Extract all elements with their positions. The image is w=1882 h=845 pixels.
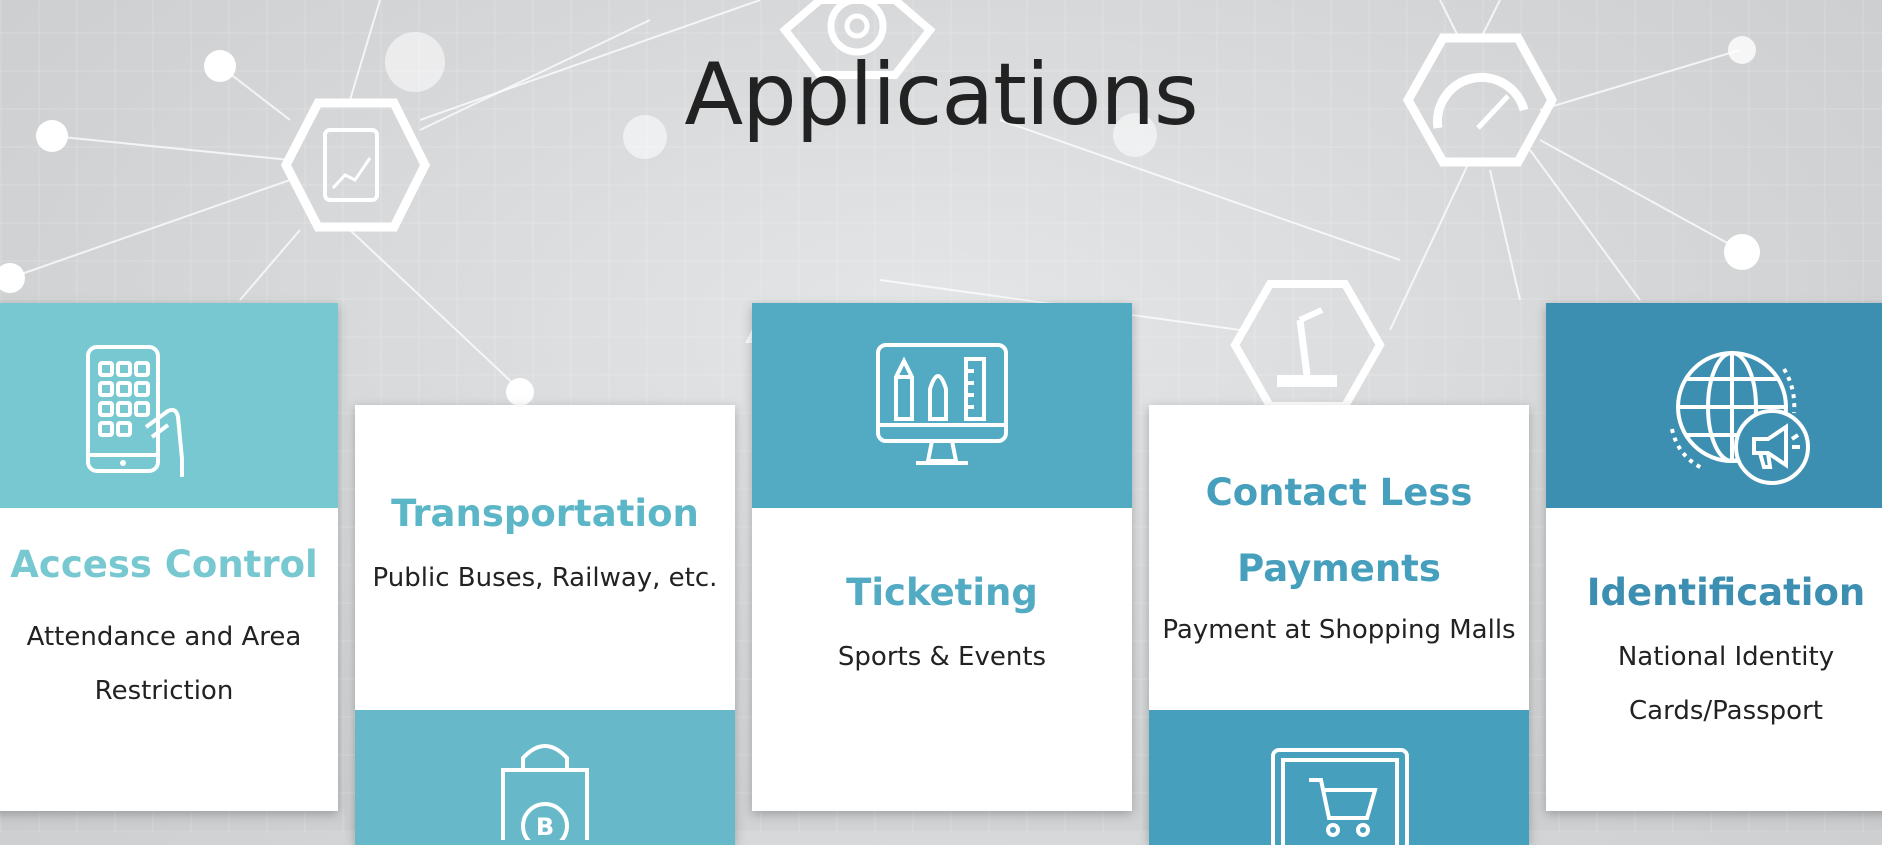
card-icon-band [0, 303, 338, 508]
card-contactless-payments: Contact Less Payments Payment at Shoppin… [1149, 405, 1529, 845]
card-icon-band [752, 303, 1132, 508]
page-title: Applications [684, 45, 1198, 145]
card-icon-band [1149, 710, 1529, 845]
card-icon-band: B [355, 710, 735, 845]
card-description: Attendance and Area Restriction [26, 622, 302, 706]
shopping-bag-bitcoin-icon: B [501, 744, 589, 840]
card-title: Contact Less Payments [1205, 471, 1473, 590]
card-identification: Identification National Identity Cards/P… [1546, 303, 1882, 811]
card-transportation: Transportation Public Buses, Railway, et… [355, 405, 735, 845]
robot-arm-icon [1230, 280, 1385, 410]
card-title: Access Control [10, 543, 318, 586]
card-description: Public Buses, Railway, etc. [372, 563, 718, 593]
keypad-phone-icon [86, 345, 184, 477]
card-ticketing: Ticketing Sports & Events [752, 303, 1132, 811]
card-title: Identification [1586, 571, 1866, 614]
card-description: Payment at Shopping Malls [1162, 615, 1516, 645]
monitor-design-tools-icon [876, 343, 1008, 465]
card-icon-band [1546, 303, 1882, 508]
card-description: National Identity Cards/Passport [1617, 642, 1835, 726]
card-access-control: Access Control Attendance and Area Restr… [0, 303, 338, 811]
card-title: Transportation [391, 492, 699, 535]
card-description: Sports & Events [837, 642, 1047, 672]
card-title: Ticketing [846, 571, 1038, 614]
svg-text:B: B [536, 813, 554, 840]
globe-megaphone-icon [1670, 351, 1810, 485]
cart-screen-icon [1271, 748, 1409, 845]
